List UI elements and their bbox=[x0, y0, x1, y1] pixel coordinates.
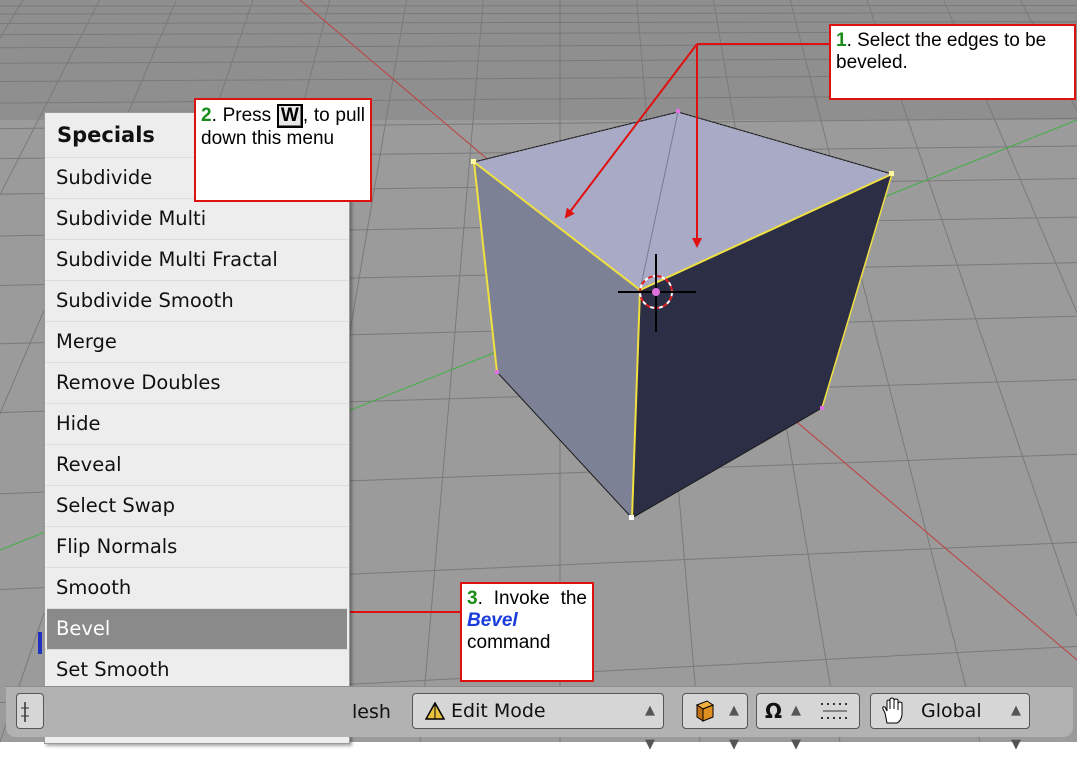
menu-item-smooth[interactable]: Smooth bbox=[45, 567, 349, 608]
menu-item-subdivide-multi[interactable]: Subdivide Multi bbox=[45, 198, 349, 239]
callout-keyword: Bevel bbox=[467, 610, 518, 631]
pivot-and-snap-group[interactable]: Ω ▲▼ bbox=[756, 693, 860, 729]
vertex[interactable] bbox=[889, 171, 894, 176]
axis-indicator bbox=[38, 632, 42, 654]
cube-shading-icon bbox=[691, 699, 717, 723]
snap-icon[interactable] bbox=[817, 700, 853, 722]
pivot-icon: Ω bbox=[765, 694, 782, 728]
vertex[interactable] bbox=[495, 370, 499, 374]
callout-select-edges: 1. Select the edges to be beveled. bbox=[829, 24, 1076, 100]
menu-item-flip-normals[interactable]: Flip Normals bbox=[45, 526, 349, 567]
callout-text: . Invoke the bbox=[478, 588, 587, 609]
callout-invoke-bevel: 3. Invoke the Bevel command bbox=[460, 582, 594, 682]
callout-text: command bbox=[467, 632, 550, 653]
specials-menu[interactable]: Specials SubdivideSubdivide MultiSubdivi… bbox=[44, 112, 350, 744]
callout-number: 2 bbox=[201, 105, 212, 126]
window-type-button[interactable] bbox=[16, 693, 44, 729]
menu-item-remove-doubles[interactable]: Remove Doubles bbox=[45, 362, 349, 403]
hand-icon bbox=[877, 697, 911, 725]
up-down-arrows-icon: ▲▼ bbox=[729, 694, 739, 762]
menu-item-merge[interactable]: Merge bbox=[45, 321, 349, 362]
menu-item-reveal[interactable]: Reveal bbox=[45, 444, 349, 485]
menu-item-subdivide-smooth[interactable]: Subdivide Smooth bbox=[45, 280, 349, 321]
mesh-menu[interactable]: lesh bbox=[352, 695, 391, 731]
transform-orientation-select[interactable]: Global ▲▼ bbox=[870, 693, 1030, 729]
mode-label: Edit Mode bbox=[451, 700, 546, 722]
callout-number: 3 bbox=[467, 588, 478, 609]
w-key-icon: W bbox=[277, 104, 303, 128]
menu-item-set-smooth[interactable]: Set Smooth bbox=[45, 649, 349, 690]
mode-triangle-icon bbox=[425, 702, 445, 720]
up-down-arrows-icon: ▲▼ bbox=[1011, 694, 1021, 762]
view-header-bar: lesh Edit Mode ▲▼ ▲▼ Ω ▲▼ Global ▲▼ bbox=[6, 686, 1073, 737]
orientation-label: Global bbox=[921, 700, 982, 722]
up-down-arrows-icon: ▲▼ bbox=[791, 694, 801, 762]
vertex[interactable] bbox=[471, 159, 476, 164]
callout-press-w: 2. Press W, to pull down this menu bbox=[194, 98, 372, 202]
vertex[interactable] bbox=[820, 406, 824, 410]
callout-text: . Select the edges to be beveled. bbox=[836, 30, 1046, 73]
up-down-arrows-icon: ▲▼ bbox=[645, 694, 655, 762]
vertex[interactable] bbox=[676, 109, 680, 113]
vertex[interactable] bbox=[629, 515, 634, 520]
window-type-icon bbox=[17, 694, 43, 728]
menu-items: SubdivideSubdivide MultiSubdivide Multi … bbox=[45, 157, 349, 744]
draw-type-select[interactable]: ▲▼ bbox=[682, 693, 748, 729]
menu-item-subdivide-multi-fractal[interactable]: Subdivide Multi Fractal bbox=[45, 239, 349, 280]
menu-item-hide[interactable]: Hide bbox=[45, 403, 349, 444]
menu-item-select-swap[interactable]: Select Swap bbox=[45, 485, 349, 526]
callout-number: 1 bbox=[836, 30, 847, 51]
callout-text: . Press bbox=[212, 105, 277, 126]
menu-item-bevel[interactable]: Bevel bbox=[47, 608, 347, 649]
mode-select[interactable]: Edit Mode ▲▼ bbox=[412, 693, 664, 729]
